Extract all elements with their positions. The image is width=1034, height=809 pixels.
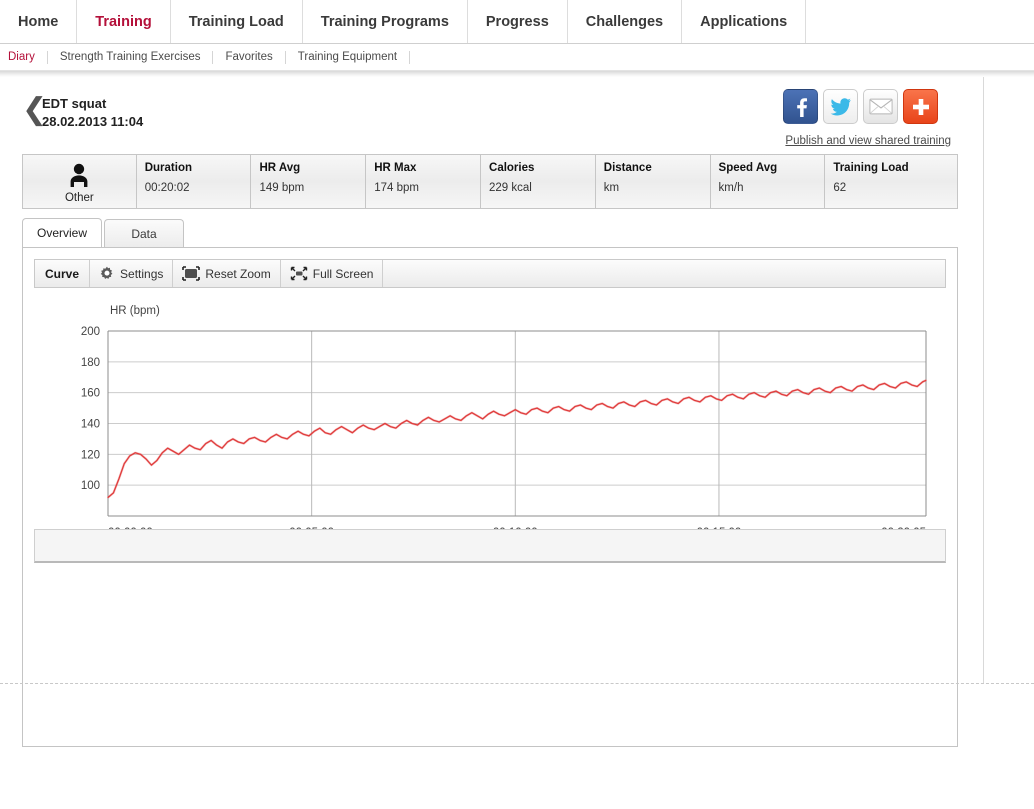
overview-panel: Curve Settings Reset Zoom Full Screen HR… <box>22 247 958 747</box>
reset-zoom-button[interactable]: Reset Zoom <box>173 260 281 287</box>
top-navigation-bar: Home Training Training Load Training Pro… <box>0 0 1034 44</box>
chart-y-tick-label: 140 <box>81 419 100 431</box>
summary-cell-calories: Calories 229 kcal <box>481 155 596 208</box>
chart-toolbar: Curve Settings Reset Zoom Full Screen <box>34 259 946 288</box>
nav-item-training-load[interactable]: Training Load <box>170 0 303 43</box>
summary-cell-distance: Distance km <box>596 155 711 208</box>
content-area: ❮ EDT squat 28.02.2013 11:04 Publish and… <box>0 77 984 747</box>
summary-value-distance: km <box>603 182 620 194</box>
summary-label-speed-avg: Speed Avg <box>718 162 778 174</box>
full-screen-label: Full Screen <box>312 266 374 281</box>
nav-filler <box>806 0 1034 43</box>
summary-label-hr-max: HR Max <box>374 162 417 174</box>
toolbar-title-curve: Curve <box>35 260 91 287</box>
settings-label: Settings <box>120 266 164 281</box>
summary-cell-hr-max: HR Max 174 bpm <box>366 155 482 208</box>
tab-overview[interactable]: Overview <box>22 218 102 247</box>
summary-label-duration: Duration <box>144 162 192 174</box>
twitter-bird-icon <box>830 97 851 115</box>
publish-share-button[interactable] <box>903 89 938 124</box>
reset-zoom-icon <box>182 266 201 281</box>
tab-data[interactable]: Data <box>104 219 184 247</box>
email-share-button[interactable] <box>863 89 898 124</box>
summary-label-distance: Distance <box>603 162 652 174</box>
nav-item-challenges[interactable]: Challenges <box>567 0 683 43</box>
chart-y-tick-label: 180 <box>81 357 100 369</box>
summary-sport-cell: Other <box>23 155 137 208</box>
subnav-item-favorites[interactable]: Favorites <box>213 50 286 64</box>
plus-icon <box>912 98 929 115</box>
chart-series-glow <box>107 379 927 499</box>
chart-secondary-strip <box>34 529 946 563</box>
page-bottom-divider <box>0 683 1034 684</box>
nav-item-training-programs[interactable]: Training Programs <box>302 0 468 43</box>
publish-shared-training-link[interactable]: Publish and view shared training <box>785 135 951 147</box>
hr-curve-chart[interactable]: HR (bpm)10012014016018020000:00:0000:05:… <box>34 294 946 539</box>
summary-value-hr-avg: 149 bpm <box>259 182 305 194</box>
full-screen-button[interactable]: Full Screen <box>281 260 384 287</box>
nav-item-applications[interactable]: Applications <box>682 0 807 43</box>
chart-y-axis-title: HR (bpm) <box>110 305 160 317</box>
subnav-item-strength-training-exercises[interactable]: Strength Training Exercises <box>48 50 214 64</box>
summary-sport-label: Other <box>64 192 94 204</box>
summary-cell-duration: Duration 00:20:02 <box>137 155 252 208</box>
subnav-item-diary[interactable]: Diary <box>0 50 48 64</box>
training-summary-table: Other Duration 00:20:02 HR Avg 149 bpm H… <box>22 154 958 209</box>
nav-item-progress[interactable]: Progress <box>467 0 568 43</box>
sub-navigation-bar: Diary Strength Training Exercises Favori… <box>0 44 1034 71</box>
twitter-share-button[interactable] <box>823 89 858 124</box>
envelope-icon <box>868 98 893 115</box>
back-chevron-icon[interactable]: ❮ <box>22 95 47 129</box>
summary-value-training-load: 62 <box>833 182 847 194</box>
chart-y-tick-label: 120 <box>81 449 100 461</box>
settings-button[interactable]: Settings <box>90 260 174 287</box>
person-icon <box>64 163 94 192</box>
summary-label-hr-avg: HR Avg <box>259 162 301 174</box>
hr-chart-svg: HR (bpm)10012014016018020000:00:0000:05:… <box>81 305 927 539</box>
subnav-item-training-equipment[interactable]: Training Equipment <box>286 50 411 64</box>
full-screen-icon <box>290 266 308 281</box>
facebook-icon <box>796 97 807 117</box>
summary-cell-hr-avg: HR Avg 149 bpm <box>251 155 367 208</box>
summary-value-hr-max: 174 bpm <box>374 182 420 194</box>
nav-item-training[interactable]: Training <box>77 0 171 43</box>
nav-item-home[interactable]: Home <box>0 0 78 43</box>
facebook-share-button[interactable] <box>783 89 818 124</box>
chart-y-tick-label: 200 <box>81 326 100 338</box>
training-date: 28.02.2013 11:04 <box>42 114 144 129</box>
title-text-group: EDT squat 28.02.2013 11:04 <box>42 94 143 130</box>
training-title-block: ❮ EDT squat 28.02.2013 11:04 <box>22 94 143 130</box>
summary-cell-speed-avg: Speed Avg km/h <box>711 155 826 208</box>
view-tabs: Overview Data <box>22 218 958 247</box>
social-share-group <box>783 89 938 124</box>
reset-zoom-label: Reset Zoom <box>205 266 271 281</box>
summary-cell-training-load: Training Load 62 <box>825 155 957 208</box>
summary-value-speed-avg: km/h <box>718 182 744 194</box>
summary-label-training-load: Training Load <box>833 162 909 174</box>
summary-value-calories: 229 kcal <box>489 182 532 194</box>
chart-y-tick-label: 160 <box>81 388 100 400</box>
chart-y-tick-label: 100 <box>81 480 100 492</box>
page-title: EDT squat <box>42 96 107 111</box>
summary-value-duration: 00:20:02 <box>144 182 190 194</box>
summary-label-calories: Calories <box>489 162 535 174</box>
gear-icon <box>99 266 115 282</box>
